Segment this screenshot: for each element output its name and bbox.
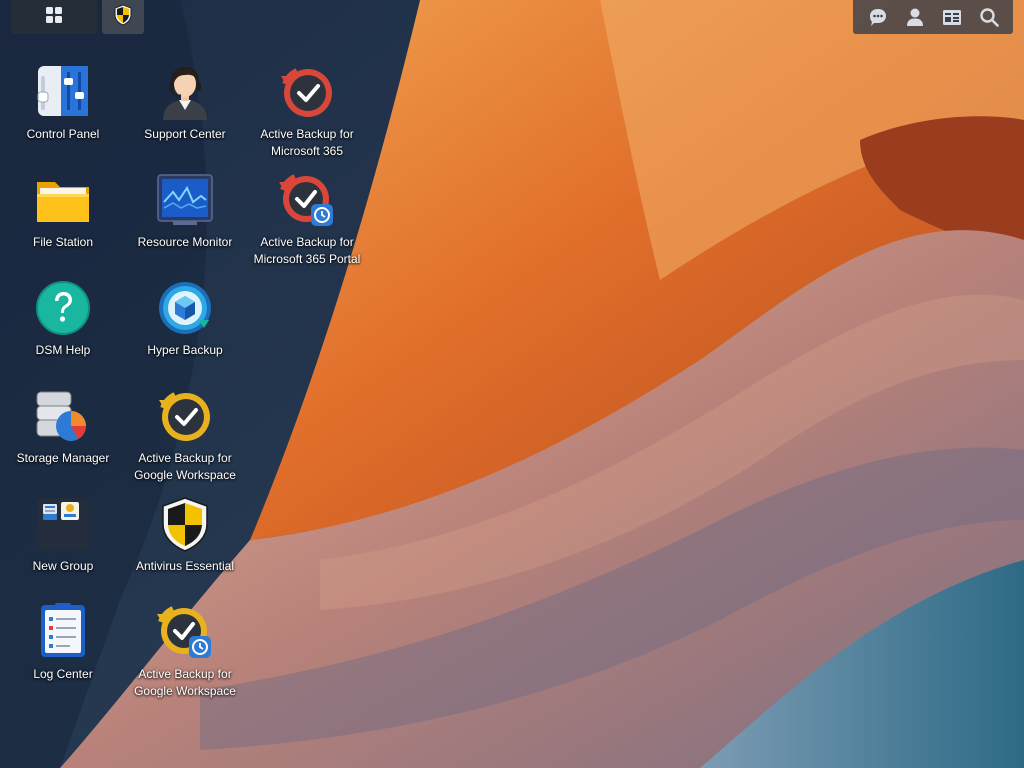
resource-monitor-icon <box>155 170 215 230</box>
control-panel-icon <box>33 62 93 122</box>
desktop-icon-file-station[interactable]: File Station <box>4 168 122 272</box>
desktop-icon-antivirus[interactable]: Antivirus Essential <box>126 492 244 596</box>
log-center-label: Log Center <box>33 667 93 681</box>
shield-icon <box>155 494 215 554</box>
grid-icon <box>45 6 63 29</box>
desktop-icon-storage-manager[interactable]: Storage Manager <box>4 384 122 488</box>
main-menu-button[interactable] <box>11 0 97 34</box>
system-tray <box>853 0 1013 34</box>
group-folder-icon <box>33 494 93 554</box>
new-group-label: New Group <box>32 559 94 573</box>
desktop-icon-control-panel[interactable]: Control Panel <box>4 60 122 164</box>
desktop-icon-dsm-help[interactable]: DSM Help <box>4 276 122 380</box>
control-panel-label: Control Panel <box>26 127 100 141</box>
hyper-backup-icon <box>155 278 215 338</box>
desktop-icon-active-backup-google-portal[interactable]: Active Backup for Google Workspace <box>126 600 244 704</box>
resource-monitor-label: Resource Monitor <box>137 235 233 249</box>
desktop-icon-active-backup-365-portal[interactable]: Active Backup for Microsoft 365 Portal <box>248 168 366 272</box>
desktop-icon-new-group[interactable]: New Group <box>4 492 122 596</box>
backup-gold-icon <box>155 386 215 446</box>
support-center-label: Support Center <box>144 127 226 141</box>
storage-manager-icon <box>33 386 93 446</box>
desktop-icon-active-backup-google[interactable]: Active Backup for Google Workspace <box>126 384 244 488</box>
antivirus-icon <box>113 3 133 31</box>
desktop-icon-support-center[interactable]: Support Center <box>126 60 244 164</box>
widgets-icon[interactable] <box>940 5 964 29</box>
file-station-label: File Station <box>32 235 94 249</box>
support-agent-icon <box>155 62 215 122</box>
active-backup-365-label: Active Backup for Microsoft 365 <box>260 127 354 158</box>
active-backup-google-portal-label: Active Backup for Google Workspace <box>134 667 236 698</box>
active-backup-365-portal-label: Active Backup for Microsoft 365 Portal <box>253 235 361 266</box>
desktop-icon-resource-monitor[interactable]: Resource Monitor <box>126 168 244 272</box>
chat-icon[interactable] <box>866 5 890 29</box>
folder-icon <box>33 170 93 230</box>
help-icon <box>33 278 93 338</box>
backup-gold-portal-icon <box>155 602 215 662</box>
active-backup-google-label: Active Backup for Google Workspace <box>134 451 236 482</box>
desktop-icon-hyper-backup[interactable]: Hyper Backup <box>126 276 244 380</box>
dsm-help-label: DSM Help <box>35 343 91 357</box>
taskbar-left <box>11 0 144 34</box>
user-icon[interactable] <box>903 5 927 29</box>
hyper-backup-label: Hyper Backup <box>147 343 223 357</box>
storage-manager-label: Storage Manager <box>16 451 110 465</box>
backup-red-icon <box>277 62 337 122</box>
desktop-icon-active-backup-365[interactable]: Active Backup for Microsoft 365 <box>248 60 366 164</box>
backup-red-portal-icon <box>277 170 337 230</box>
search-icon[interactable] <box>977 5 1001 29</box>
log-center-icon <box>33 602 93 662</box>
antivirus-label: Antivirus Essential <box>135 559 235 573</box>
taskbar-antivirus-button[interactable] <box>102 0 144 34</box>
desktop-icon-log-center[interactable]: Log Center <box>4 600 122 704</box>
